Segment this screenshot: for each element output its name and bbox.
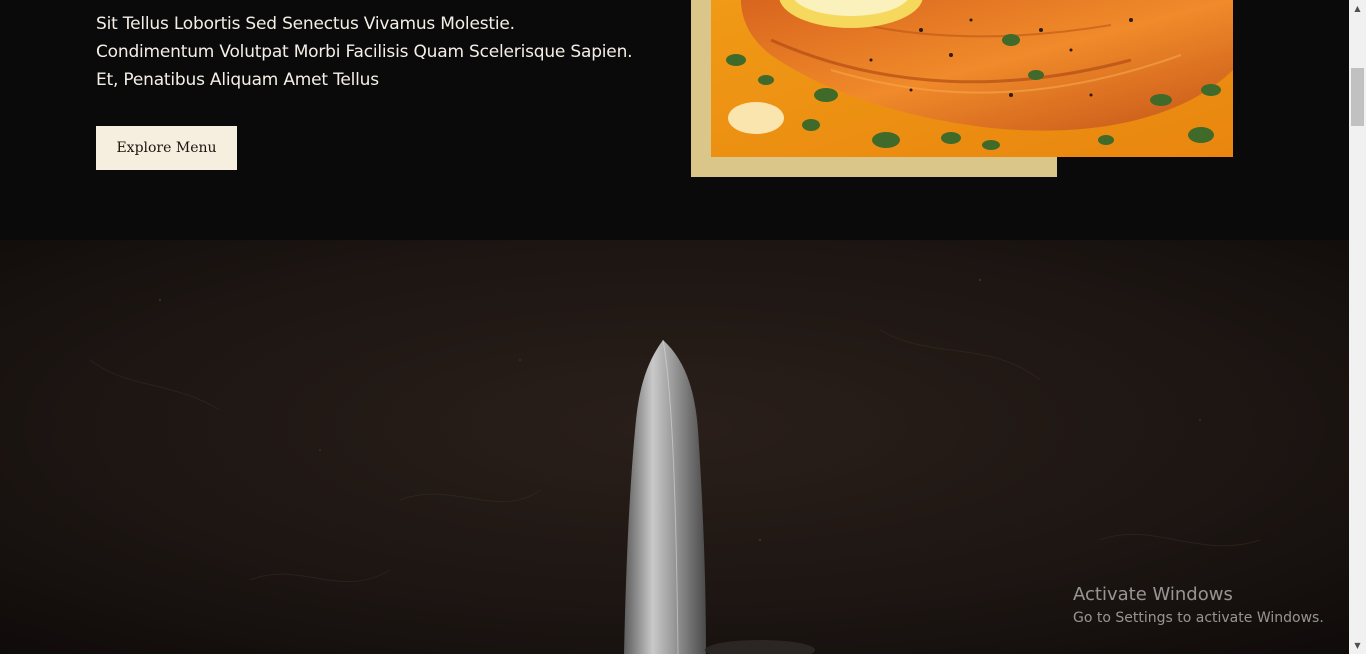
page: Sit Tellus Lobortis Sed Senectus Vivamus… xyxy=(0,0,1366,654)
chef-hero-section xyxy=(0,240,1349,654)
up-arrow-icon[interactable]: ▲ xyxy=(1349,0,1366,17)
down-arrow-icon[interactable]: ▼ xyxy=(1349,637,1366,654)
explore-menu-button[interactable]: Explore Menu xyxy=(96,126,237,170)
food-photo xyxy=(711,0,1233,157)
knife-background-image xyxy=(0,240,1349,654)
page-scrollbar[interactable]: ▲ ▼ xyxy=(1349,0,1366,654)
intro-description: Sit Tellus Lobortis Sed Senectus Vivamus… xyxy=(96,14,633,90)
about-section: Sit Tellus Lobortis Sed Senectus Vivamus… xyxy=(0,0,1349,240)
scrollbar-thumb[interactable] xyxy=(1351,68,1364,126)
